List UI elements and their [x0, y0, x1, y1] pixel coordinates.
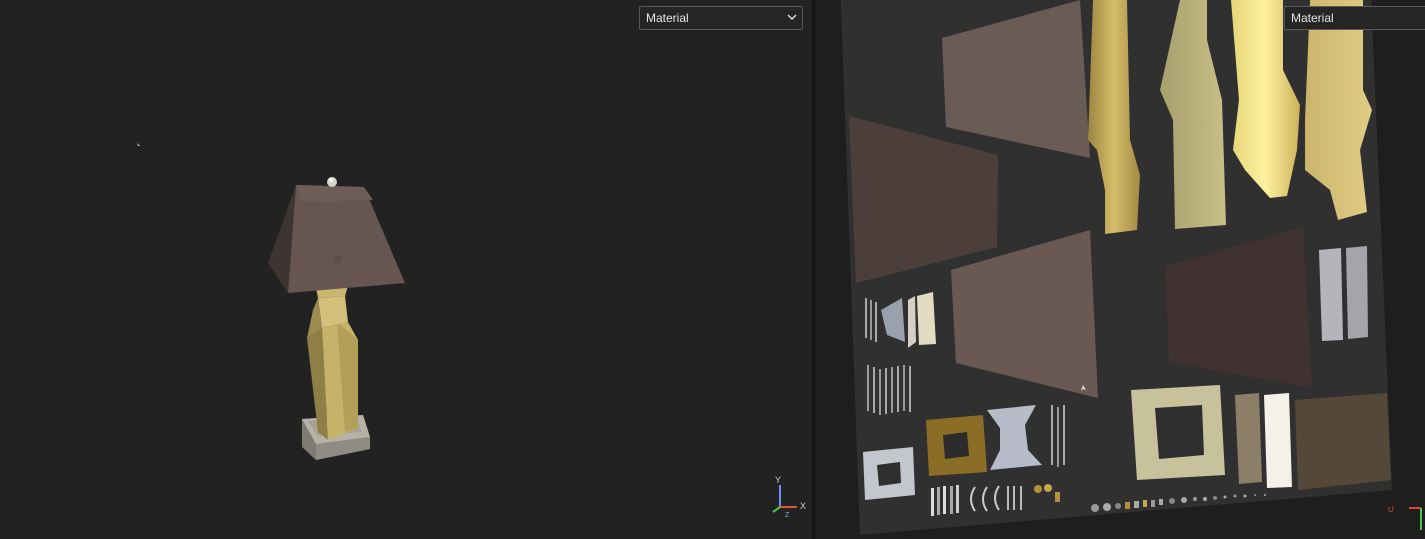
axis-x-label: X	[800, 501, 806, 511]
axis-u-label: U	[1388, 505, 1394, 514]
lamp-model[interactable]	[268, 177, 405, 460]
axis-gizmo: Y X Z	[772, 475, 806, 519]
cursor-marker	[137, 143, 140, 146]
axis-y-label: Y	[775, 475, 781, 485]
uv-canvas[interactable]: U	[815, 0, 1425, 539]
uv-island-strip-1	[1235, 393, 1262, 484]
uv-axis-gizmo: U	[1388, 505, 1422, 530]
axis-z-label: Z	[785, 512, 790, 519]
uv-island-strip-2	[1264, 393, 1292, 488]
scene-canvas[interactable]: Y X Z	[0, 0, 812, 539]
lamp-shade	[268, 185, 405, 293]
viewport-uv[interactable]: U Material	[815, 0, 1425, 539]
uv-island-ring-2	[926, 415, 987, 476]
uv-shading-mode-value: Material	[1291, 11, 1334, 25]
uv-island-ring-1	[863, 447, 915, 500]
uv-island-square	[1295, 393, 1391, 490]
axis-z-line	[772, 506, 781, 513]
lamp-body	[307, 286, 358, 440]
uv-island-ring-3	[1131, 385, 1225, 480]
uv-shading-mode-dropdown[interactable]: Material	[1284, 6, 1425, 30]
viewport-3d[interactable]: Material Y X Z	[0, 0, 812, 539]
